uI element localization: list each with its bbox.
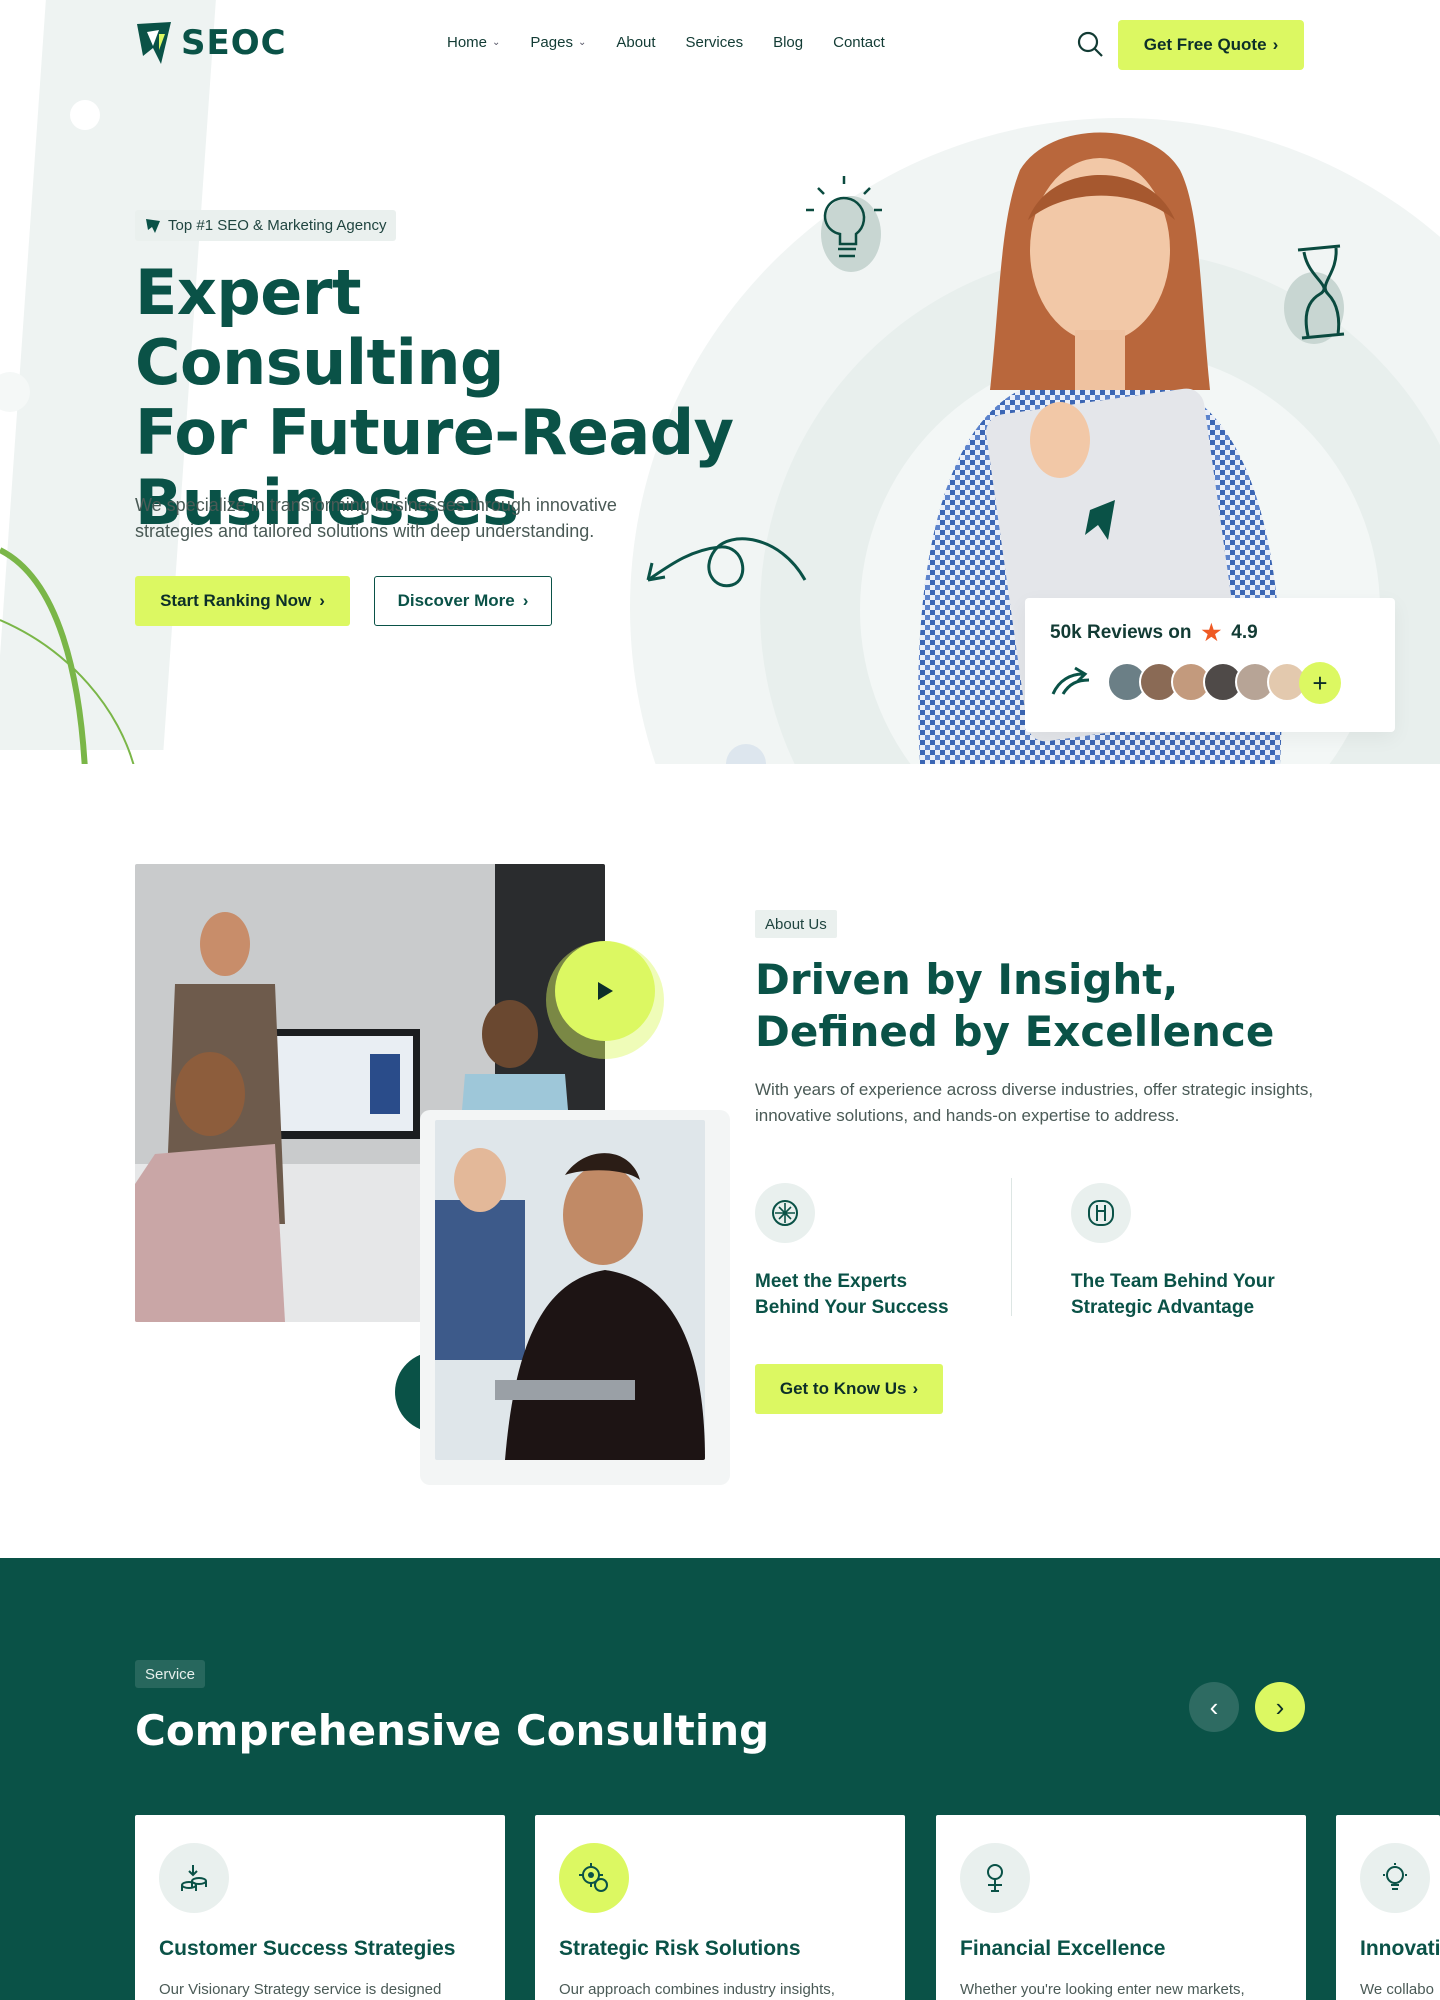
nav-label: Pages [530, 34, 573, 51]
site-header: SEOC Home ⌄ Pages ⌄ About Services Blog Co… [0, 0, 1440, 90]
nav-services[interactable]: Services [686, 34, 744, 51]
service-card[interactable]: Strategic Risk Solutions Our approach co… [535, 1815, 905, 2000]
nav-pages[interactable]: Pages ⌄ [530, 34, 586, 51]
feature-text: The Team Behind Your Strategic Advantage [1071, 1271, 1275, 1318]
star-icon: ★ [1201, 620, 1222, 645]
nav-label: About [616, 34, 656, 51]
gear-chart-icon [559, 1843, 629, 1913]
get-free-quote-button[interactable]: Get Free Quote › [1118, 20, 1304, 70]
chevron-right-icon: › [1275, 1691, 1285, 1722]
lightbulb-icon [806, 176, 882, 272]
curve-decoration [0, 547, 135, 764]
hero-section: Top #1 SEO & Marketing Agency Expert Con… [0, 0, 1440, 764]
feature-text: Meet the Experts Behind Your Success [755, 1271, 949, 1318]
reviews-card: 50k Reviews on ★ 4.9 + [1025, 598, 1395, 732]
next-slide-button[interactable]: › [1255, 1682, 1305, 1732]
feature-team: The Team Behind Your Strategic Advantage [1071, 1183, 1291, 1321]
rating-value: 4.9 [1231, 622, 1258, 643]
search-icon[interactable] [1076, 30, 1104, 58]
team-icon [1071, 1183, 1131, 1243]
service-card-desc: Whether you're looking enter new markets… [960, 1981, 1245, 1998]
service-card-title: Innovati [1360, 1937, 1440, 1960]
get-to-know-us-button[interactable]: Get to Know Us › [755, 1364, 943, 1414]
magnifier-icon [960, 1843, 1030, 1913]
feature-experts: Meet the Experts Behind Your Success [755, 1183, 975, 1321]
discover-more-button[interactable]: Discover More › [374, 576, 552, 626]
know-us-label: Get to Know Us [779, 1379, 907, 1398]
about-title: Driven by Insight, Defined by Excellence [755, 955, 1275, 1056]
smiling-man-photo [435, 1120, 705, 1460]
about-description: With years of experience across diverse … [755, 1080, 1314, 1125]
hero-title-line: For Future-Ready [135, 396, 734, 469]
nav-label: Home [447, 34, 488, 51]
service-card-desc: Our approach combines industry insights, [559, 1981, 835, 1998]
logo-text: SEOC [181, 23, 287, 63]
service-tag: Service [135, 1660, 206, 1688]
nav-label: Contact [833, 34, 885, 51]
hero-badge-text: Top #1 SEO & Marketing Agency [168, 217, 387, 234]
nav-label: Services [685, 34, 744, 51]
nav-home[interactable]: Home ⌄ [447, 34, 500, 51]
play-icon [598, 982, 613, 1000]
nav-blog[interactable]: Blog [773, 34, 803, 51]
double-arrow-icon [1051, 666, 1090, 695]
prev-slide-button[interactable]: ‹ [1189, 1682, 1239, 1732]
service-card-title: Financial Excellence [960, 1937, 1166, 1960]
decorative-dot [70, 100, 100, 130]
reviews-label: 50k Reviews on [1050, 622, 1192, 643]
services-title: Comprehensive Consulting [135, 1706, 770, 1755]
service-card[interactable]: Innovati We collabo [1336, 1815, 1440, 2000]
hero-description: We specialize in transforming businesses… [135, 495, 617, 541]
hero-title-line: Expert Consulting [135, 256, 504, 399]
chevron-right-icon: › [1272, 35, 1279, 54]
chevron-down-icon: ⌄ [492, 37, 501, 48]
curly-arrow-decoration [646, 537, 807, 588]
chevron-right-icon: › [522, 591, 529, 610]
service-card-title: Strategic Risk Solutions [559, 1937, 801, 1960]
nav-about[interactable]: About [616, 34, 655, 51]
bulb-icon [1360, 1843, 1430, 1913]
start-ranking-button[interactable]: Start Ranking Now › [135, 576, 350, 626]
play-video-button[interactable] [555, 941, 655, 1041]
reviewer-avatars: + [1107, 662, 1341, 704]
logo[interactable]: SEOC [135, 20, 287, 66]
service-card-title: Customer Success Strategies [159, 1937, 456, 1960]
chevron-right-icon: › [319, 591, 325, 610]
main-nav: Home ⌄ Pages ⌄ About Services Blog Contact [447, 34, 885, 51]
nav-contact[interactable]: Contact [833, 34, 885, 51]
chevron-left-icon: ‹ [1209, 1691, 1219, 1722]
about-tag: About Us [755, 910, 837, 938]
nav-label: Blog [773, 34, 804, 51]
reviews-title: 50k Reviews on ★ 4.9 [1050, 620, 1258, 646]
divider [1011, 1178, 1012, 1316]
logo-icon [137, 22, 171, 64]
plus-icon[interactable]: + [1299, 662, 1341, 704]
discover-more-label: Discover More [397, 591, 515, 610]
coins-icon [159, 1843, 229, 1913]
start-ranking-label: Start Ranking Now [160, 591, 312, 610]
service-card[interactable]: Customer Success Strategies Our Visionar… [135, 1815, 505, 2000]
services-section: Service Comprehensive Consulting ‹ › Cus… [0, 1558, 1440, 2000]
quote-label: Get Free Quote [1143, 35, 1267, 54]
hero-badge: Top #1 SEO & Marketing Agency [135, 210, 397, 241]
logo-mini-icon [146, 218, 160, 233]
brain-icon [755, 1183, 815, 1243]
service-card-desc: We collabo [1360, 1981, 1434, 1998]
chevron-right-icon: › [912, 1379, 919, 1398]
service-card-desc: Our Visionary Strategy service is design… [159, 1981, 442, 1998]
chevron-down-icon: ⌄ [577, 37, 587, 48]
service-card[interactable]: Financial Excellence Whether you're look… [936, 1815, 1306, 2000]
